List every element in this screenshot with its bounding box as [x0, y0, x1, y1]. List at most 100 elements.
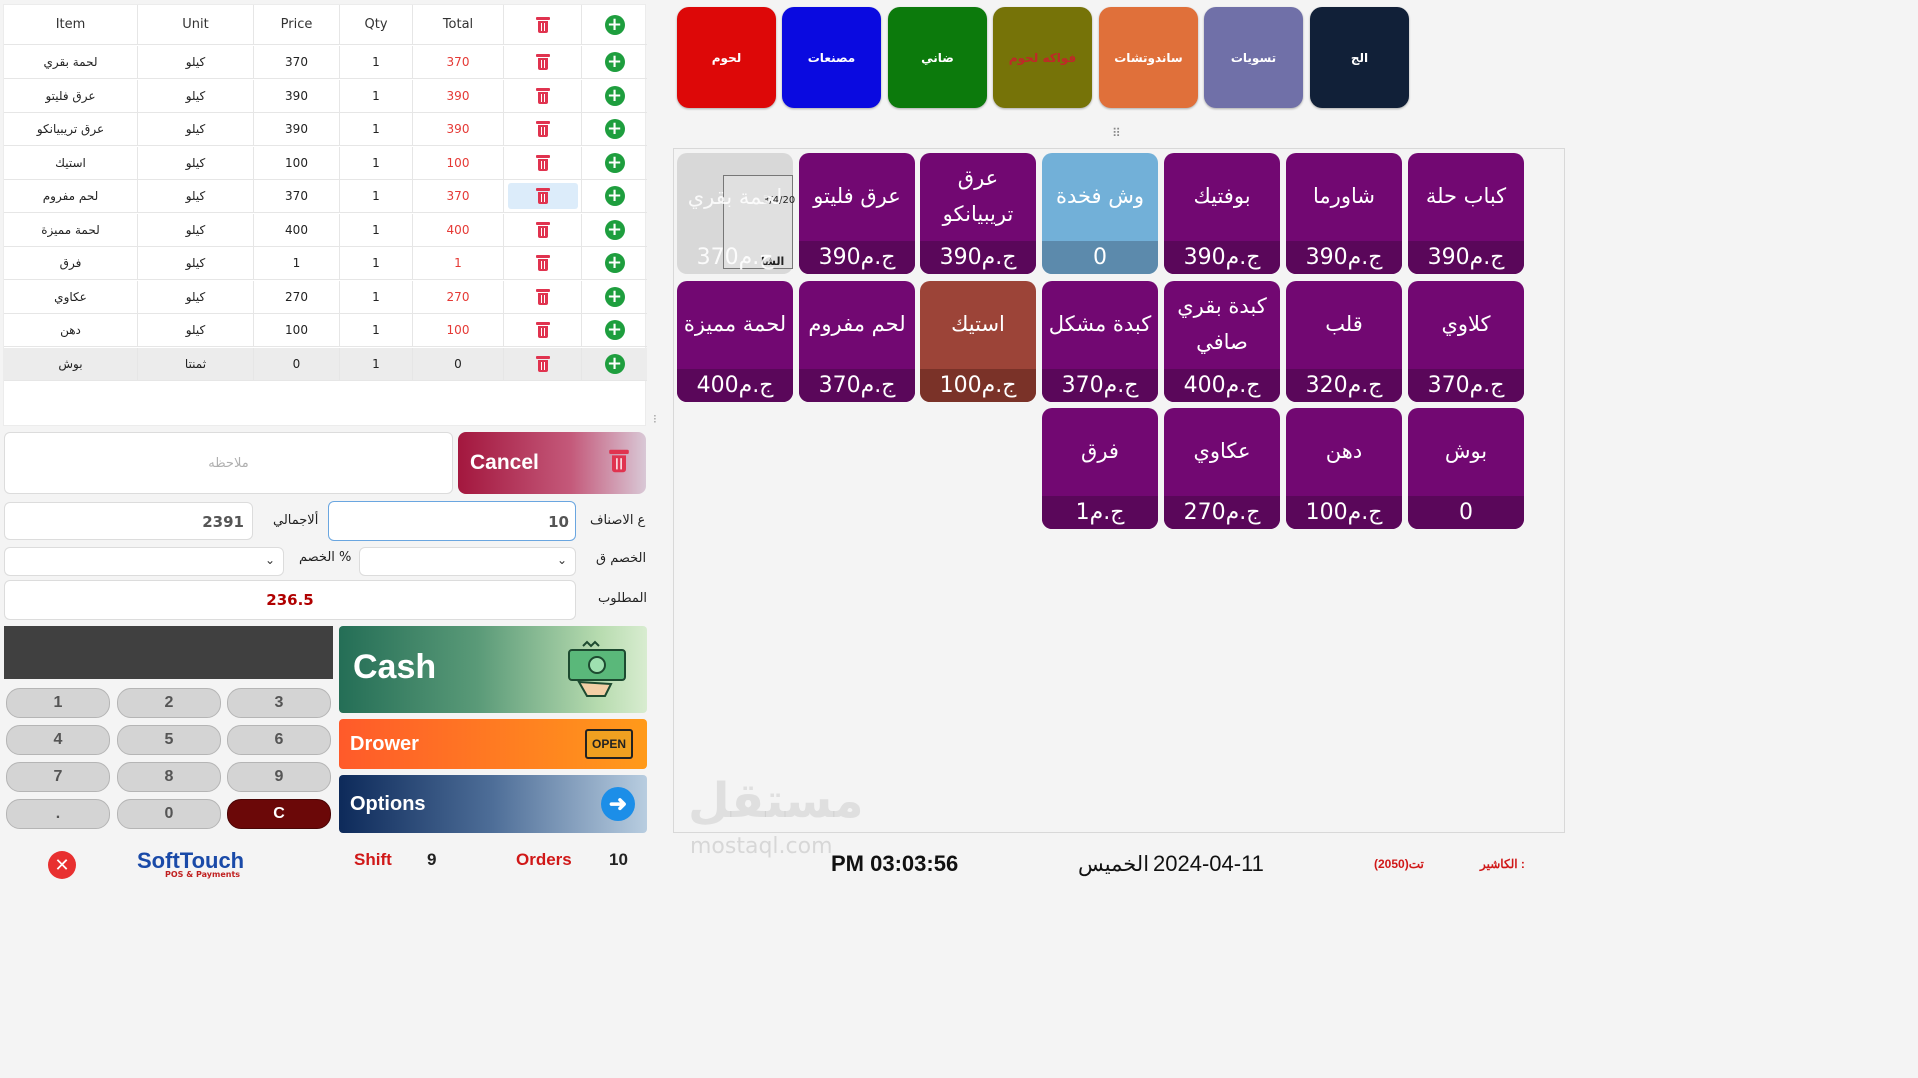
- trash-icon: [535, 187, 550, 205]
- product-tile[interactable]: شاورما 390ج.م: [1286, 153, 1402, 274]
- qty-cell: 1: [340, 347, 413, 380]
- increment-row-button[interactable]: +: [582, 147, 647, 179]
- delete-row-button[interactable]: [504, 146, 582, 179]
- product-tile[interactable]: وش فخدة 0: [1042, 153, 1158, 274]
- keypad-key-9[interactable]: 9: [227, 762, 331, 792]
- price-cell: 100: [254, 314, 340, 346]
- delete-row-button[interactable]: [504, 280, 582, 313]
- product-tile[interactable]: كبدة بقري صافي 400ج.م: [1164, 281, 1280, 402]
- product-tile[interactable]: عرق فليتو 390ج.م: [799, 153, 915, 274]
- table-row[interactable]: لحمة بقري كيلو 370 1 370 +: [4, 46, 647, 79]
- product-tile[interactable]: عرق تريبيانكو 390ج.م: [920, 153, 1036, 274]
- items-count-field[interactable]: 10: [328, 501, 576, 541]
- table-row[interactable]: عكاوي كيلو 270 1 270 +: [4, 280, 647, 314]
- qty-cell: 1: [340, 79, 413, 112]
- discount-value-select[interactable]: ⌄: [359, 547, 576, 576]
- increment-row-button[interactable]: +: [582, 113, 647, 145]
- table-row[interactable]: بوش ثمنتا 0 1 0 +: [4, 347, 647, 381]
- delete-row-button[interactable]: [504, 247, 582, 279]
- discount-percent-label: الخصم %: [299, 550, 352, 565]
- keypad-clear-button[interactable]: C: [227, 799, 331, 829]
- delete-row-button[interactable]: [504, 79, 582, 112]
- increment-row-button[interactable]: +: [582, 80, 647, 112]
- table-row[interactable]: استيك كيلو 100 1 100 +: [4, 146, 647, 180]
- increment-row-button[interactable]: +: [582, 214, 647, 246]
- product-tile[interactable]: لحم مفروم 370ج.م: [799, 281, 915, 402]
- product-tile[interactable]: لحمة مميزة 400ج.م: [677, 281, 793, 402]
- product-price: 390ج.م: [1286, 241, 1402, 274]
- discount-percent-select[interactable]: ⌄: [4, 547, 284, 576]
- keypad-key-1[interactable]: 1: [6, 688, 110, 718]
- total-cell: 1: [413, 247, 504, 279]
- delete-all-button[interactable]: [504, 5, 582, 44]
- product-tile[interactable]: دهن 100ج.م: [1286, 408, 1402, 529]
- delete-row-button[interactable]: [504, 213, 582, 246]
- keypad-key-0[interactable]: 0: [117, 799, 221, 829]
- delete-row-button[interactable]: [504, 180, 582, 212]
- delete-row-button[interactable]: [504, 314, 582, 346]
- item-cell: عكاوي: [4, 280, 138, 313]
- splitter-handle-icon[interactable]: ⁝: [653, 412, 657, 426]
- increment-row-button[interactable]: +: [582, 281, 647, 313]
- options-button[interactable]: Options ➜: [339, 775, 647, 833]
- product-tile[interactable]: عكاوي 270ج.م: [1164, 408, 1280, 529]
- drag-handle-icon[interactable]: ⠿: [1112, 126, 1121, 140]
- total-cell: 400: [413, 213, 504, 246]
- delete-row-button[interactable]: [504, 347, 582, 380]
- category-button[interactable]: لحوم: [677, 7, 776, 108]
- keypad-key-7[interactable]: 7: [6, 762, 110, 792]
- product-tile[interactable]: قلب 320ج.م: [1286, 281, 1402, 402]
- product-price: 390ج.م: [1164, 241, 1280, 274]
- category-button[interactable]: الج: [1310, 7, 1409, 108]
- product-price: 390ج.م: [799, 241, 915, 274]
- increment-row-button[interactable]: +: [582, 348, 647, 380]
- cash-button[interactable]: Cash: [339, 626, 647, 713]
- keypad-key-8[interactable]: 8: [117, 762, 221, 792]
- increment-row-button[interactable]: +: [582, 46, 647, 78]
- category-button[interactable]: ساندوتشات: [1099, 7, 1198, 108]
- increment-row-button[interactable]: +: [582, 247, 647, 279]
- category-button[interactable]: ضاني: [888, 7, 987, 108]
- plus-icon: +: [604, 152, 625, 173]
- product-price: 390ج.م: [920, 241, 1036, 274]
- keypad-key-4[interactable]: 4: [6, 725, 110, 755]
- product-price: 0: [1042, 241, 1158, 274]
- keypad-key-2[interactable]: 2: [117, 688, 221, 718]
- keypad-key-5[interactable]: 5: [117, 725, 221, 755]
- table-row[interactable]: فرق كيلو 1 1 1 +: [4, 247, 647, 280]
- increment-row-button[interactable]: +: [582, 180, 647, 212]
- note-field[interactable]: ملاحظه: [4, 432, 453, 494]
- close-icon[interactable]: ✕: [48, 851, 76, 879]
- cancel-button[interactable]: Cancel: [458, 432, 646, 494]
- total-cell: 390: [413, 113, 504, 145]
- open-sign-icon: OPEN: [585, 729, 633, 759]
- table-row[interactable]: لحم مفروم كيلو 370 1 370 +: [4, 180, 647, 213]
- product-tile[interactable]: كلاوي 370ج.م: [1408, 281, 1524, 402]
- increment-row-button[interactable]: +: [582, 314, 647, 346]
- product-price: 370ج.م: [1042, 369, 1158, 402]
- category-button[interactable]: مصنعات: [782, 7, 881, 108]
- table-row[interactable]: عرق فليتو كيلو 390 1 390 +: [4, 79, 647, 113]
- trash-icon: [535, 16, 550, 34]
- plus-icon: +: [604, 353, 625, 374]
- table-row[interactable]: لحمة مميزة كيلو 400 1 400 +: [4, 213, 647, 247]
- add-item-button[interactable]: +: [582, 5, 647, 44]
- product-tile[interactable]: استيك 100ج.م: [920, 281, 1036, 402]
- product-tile[interactable]: بوفتيك 390ج.م: [1164, 153, 1280, 274]
- category-button[interactable]: تسويات: [1204, 7, 1303, 108]
- table-row[interactable]: دهن كيلو 100 1 100 +: [4, 314, 647, 347]
- table-row[interactable]: عرق تريبيانكو كيلو 390 1 390 +: [4, 113, 647, 146]
- drawer-button[interactable]: Drower OPEN: [339, 719, 647, 769]
- keypad-key-6[interactable]: 6: [227, 725, 331, 755]
- category-button[interactable]: فواكه لحوم: [993, 7, 1092, 108]
- delete-row-button[interactable]: [504, 46, 582, 78]
- product-tile[interactable]: بوش 0: [1408, 408, 1524, 529]
- price-cell: 270: [254, 280, 340, 313]
- product-name: لحمة بقري: [687, 185, 783, 209]
- product-tile[interactable]: كبدة مشكل 370ج.م: [1042, 281, 1158, 402]
- keypad-key-3[interactable]: 3: [227, 688, 331, 718]
- product-tile[interactable]: فرق 1ج.م: [1042, 408, 1158, 529]
- keypad-decimal-button[interactable]: .: [6, 799, 110, 829]
- product-tile[interactable]: كباب حلة 390ج.م: [1408, 153, 1524, 274]
- delete-row-button[interactable]: [504, 113, 582, 145]
